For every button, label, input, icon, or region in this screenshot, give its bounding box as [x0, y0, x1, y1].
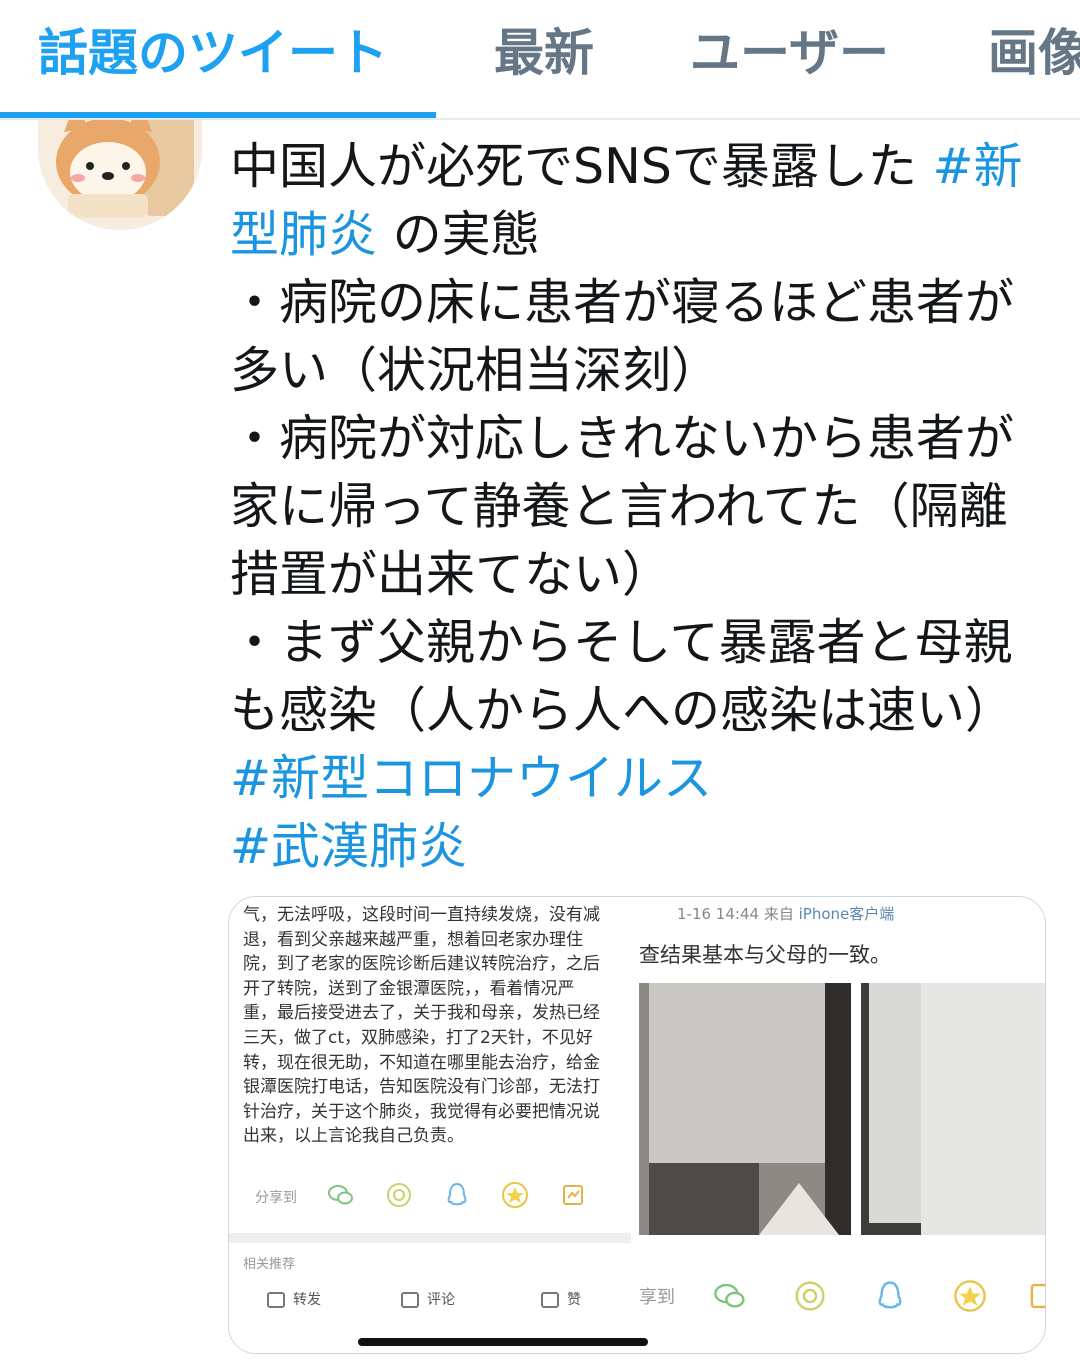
- media-image-right[interactable]: 1-16 14:44 来自 iPhone客户端 查结果基本与父母的一致。 享到: [639, 897, 1045, 1353]
- weibo-text-line: 银潭医院打电话，告知医院没有门诊部，无法打: [243, 1077, 600, 1098]
- thumbs-up-icon: [541, 1292, 559, 1308]
- weibo-text-line: 出来，以上言论我自己负责。: [243, 1126, 464, 1147]
- wechat-icon: [328, 1185, 353, 1205]
- save-icon: [1030, 1283, 1045, 1309]
- qq-icon: [447, 1182, 467, 1206]
- qzone-star-icon: [954, 1280, 986, 1312]
- save-icon: [563, 1185, 583, 1205]
- section-divider: [229, 1233, 631, 1243]
- tab-images[interactable]: 画像: [988, 18, 1080, 88]
- tweet-text-segment: 中国人が必死でSNSで暴露した: [230, 138, 933, 195]
- weibo-post-text: 气，无法呼吸，这段时间一直持续发烧，没有减 退，看到父亲越来越严重，想着回老家办…: [243, 903, 623, 1149]
- weibo-text-line: 退，看到父亲越来越严重，想着回老家办理住: [243, 929, 583, 950]
- tweet-line: ・病院が対応しきれないから患者が: [230, 410, 1015, 467]
- medical-report-photo: [861, 983, 1045, 1235]
- weibo-text-line: 重，最后接受进去了，关于我和母亲，发热已经: [243, 1003, 600, 1024]
- search-tabs: 話題のツイート 最新 ユーザー 画像: [0, 0, 1080, 120]
- share-label: 分享到: [255, 1190, 297, 1206]
- tweet-media: 气，无法呼吸，这段时间一直持续发烧，没有减 退，看到父亲越来越严重，想着回老家办…: [228, 896, 1046, 1354]
- tweet-line: 多い（状況相当深刻）: [230, 342, 721, 399]
- tweet-body: 中国人が必死でSNSで暴露した #新 型肺炎 の実態 ・病院の床に患者が寝るほど…: [230, 133, 1060, 881]
- tweet-line: も感染（人から人への感染は速い）: [230, 682, 1015, 739]
- tweet-line: ・まず父親からそして暴露者と母親: [230, 614, 1013, 671]
- avatar[interactable]: [38, 106, 202, 230]
- weibo-text-line: 转，现在很无助，不知道在哪里能去治疗，给金: [243, 1052, 600, 1073]
- weibo-text-line: 开了转院，送到了金银潭医院，，看着情况严: [243, 978, 575, 999]
- post-from: 来自: [763, 905, 794, 923]
- share-row: 分享到: [255, 1181, 615, 1211]
- moments-icon: [387, 1183, 411, 1207]
- share-row: 享到: [639, 1279, 1045, 1313]
- weibo-text-line: 院，到了老家的医院诊断后建议转院治疗，之后: [243, 954, 600, 975]
- shiba-dog-avatar-icon: [38, 106, 202, 230]
- result-text: 查结果基本与父母的一致。: [639, 943, 891, 967]
- home-indicator[interactable]: [358, 1338, 648, 1346]
- media-image-left[interactable]: 气，无法呼吸，这段时间一直持续发烧，没有减 退，看到父亲越来越严重，想着回老家办…: [229, 897, 631, 1353]
- forward-icon: [267, 1292, 285, 1308]
- wechat-icon: [714, 1283, 745, 1308]
- moments-icon: [795, 1281, 825, 1311]
- post-client: iPhone客户端: [798, 905, 895, 923]
- comment-label: 评论: [427, 1292, 455, 1308]
- tweet-line: #新型コロナウイルス: [230, 745, 1060, 813]
- ct-scan-photo: [639, 983, 851, 1235]
- tweet-line: ・病院の床に患者が寝るほど患者が: [230, 274, 1015, 331]
- tab-users[interactable]: ユーザー: [690, 18, 889, 88]
- hashtag-link[interactable]: #新: [932, 138, 1022, 195]
- hashtag-link[interactable]: #新型コロナウイルス: [230, 750, 712, 807]
- qzone-star-icon: [502, 1182, 528, 1208]
- tweet-line: 家に帰って静養と言われてた（隔離: [230, 478, 1008, 535]
- tweet-line: 中国人が必死でSNSで暴露した #新: [230, 133, 1060, 201]
- tab-latest[interactable]: 最新: [494, 18, 594, 88]
- tweet-line: #武漢肺炎: [230, 813, 1060, 881]
- media-gap: [631, 897, 639, 1353]
- related-label: 相关推荐: [243, 1257, 296, 1272]
- weibo-text-line: 气，无法呼吸，这段时间一直持续发烧，没有减: [243, 905, 600, 925]
- share-label: 享到: [639, 1287, 675, 1308]
- like-label: 赞: [567, 1292, 581, 1308]
- post-time: 1-16 14:44: [677, 905, 760, 923]
- tweet-line: 型肺炎 の実態: [230, 201, 1060, 269]
- forward-label: 转发: [293, 1292, 321, 1308]
- comment-action: 评论: [401, 1289, 455, 1309]
- comment-icon: [401, 1292, 419, 1308]
- active-tab-indicator: [0, 112, 436, 118]
- forward-action: 转发: [267, 1289, 321, 1309]
- tab-top-tweets[interactable]: 話題のツイート: [38, 18, 388, 88]
- like-action: 赞: [541, 1289, 581, 1309]
- hashtag-link[interactable]: 型肺炎: [230, 206, 377, 263]
- hashtag-link[interactable]: #武漢肺炎: [230, 818, 467, 875]
- tweet-text-segment: の実態: [377, 206, 540, 263]
- tweet-line: 措置が出来てない）: [230, 546, 672, 603]
- document-photo-icon: [639, 983, 851, 1235]
- report-photo-icon: [861, 983, 1045, 1235]
- qq-icon: [878, 1281, 902, 1309]
- weibo-text-line: 三天，做了ct，双肺感染，打了2天针，不见好: [243, 1027, 593, 1048]
- weibo-action-row: 转发 评论 赞: [229, 1281, 631, 1321]
- weibo-text-line: 针治疗，关于这个肺炎，我觉得有必要把情况说: [243, 1101, 600, 1122]
- post-meta: 1-16 14:44 来自 iPhone客户端: [677, 903, 894, 924]
